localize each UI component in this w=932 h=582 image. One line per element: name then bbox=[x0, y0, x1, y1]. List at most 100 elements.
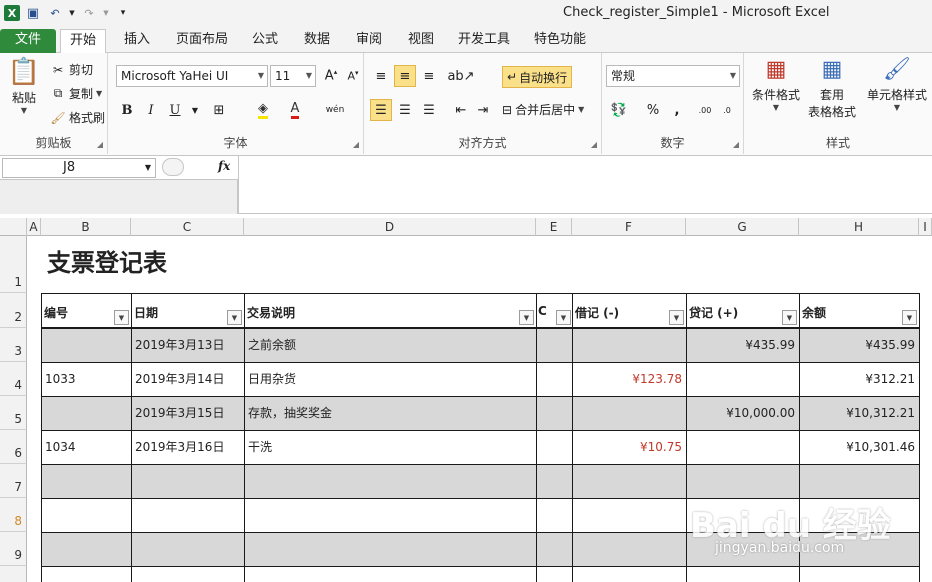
cell-debit[interactable]: ¥123.78 bbox=[573, 362, 685, 396]
font-size-select[interactable]: 11 ▼ bbox=[270, 65, 316, 87]
quick-access-customize-icon[interactable]: ▾ bbox=[114, 4, 132, 22]
header-description[interactable]: 交易说明 bbox=[247, 304, 295, 321]
cell-date[interactable]: 2019年3月15日 bbox=[132, 396, 243, 430]
cell-balance[interactable]: ¥435.99 bbox=[800, 328, 918, 362]
filter-dropdown-icon[interactable]: ▼ bbox=[782, 310, 797, 325]
tab-file[interactable]: 文件 bbox=[0, 29, 56, 53]
align-bottom-button[interactable]: ≡ bbox=[418, 65, 440, 87]
underline-dropdown[interactable]: ▼ bbox=[184, 99, 206, 121]
increase-decimal-button[interactable]: .00 bbox=[694, 99, 716, 121]
formula-input[interactable] bbox=[238, 156, 932, 214]
cell-number[interactable]: 1034 bbox=[42, 430, 130, 464]
shrink-font-button[interactable]: A▾ bbox=[342, 65, 364, 87]
cell-balance[interactable]: ¥10,312.21 bbox=[800, 396, 918, 430]
cell-date[interactable]: 2019年3月16日 bbox=[132, 430, 243, 464]
row-header-9[interactable]: 9 bbox=[0, 532, 27, 566]
percent-button[interactable]: % bbox=[642, 99, 664, 121]
tab-page-layout[interactable]: 页面布局 bbox=[170, 29, 234, 53]
number-format-select[interactable]: 常规 ▼ bbox=[606, 65, 740, 87]
cell-description[interactable]: 存款，抽奖奖金 bbox=[245, 396, 535, 430]
col-header-d[interactable]: D bbox=[244, 218, 536, 236]
tab-special[interactable]: 特色功能 bbox=[528, 29, 592, 53]
cell-date[interactable]: 2019年3月14日 bbox=[132, 362, 243, 396]
borders-button[interactable]: ⊞ bbox=[208, 99, 230, 121]
copy-button[interactable]: ⧉ 复制 ▼ bbox=[50, 85, 102, 102]
decrease-decimal-button[interactable]: .0 bbox=[716, 99, 738, 121]
col-header-a[interactable]: A bbox=[27, 218, 41, 236]
col-header-h[interactable]: H bbox=[799, 218, 919, 236]
tab-home[interactable]: 开始 bbox=[60, 29, 106, 54]
filter-dropdown-icon[interactable]: ▼ bbox=[519, 310, 534, 325]
select-all-corner[interactable] bbox=[0, 218, 27, 236]
header-balance[interactable]: 余额 bbox=[802, 304, 826, 321]
currency-button[interactable]: 💱 bbox=[608, 99, 630, 121]
row-header-4[interactable]: 4 bbox=[0, 362, 27, 396]
row-header-2[interactable]: 2 bbox=[0, 293, 27, 328]
formula-bar-divider-handle[interactable] bbox=[162, 158, 184, 176]
col-header-i[interactable]: I bbox=[919, 218, 932, 236]
row-header-5[interactable]: 5 bbox=[0, 396, 27, 430]
conditional-format-button[interactable]: ▦ 条件格式 ▼ bbox=[750, 57, 802, 112]
undo-icon[interactable]: ↶ bbox=[46, 4, 64, 22]
col-header-f[interactable]: F bbox=[572, 218, 686, 236]
format-as-table-button[interactable]: ▦ 套用 表格格式 bbox=[804, 57, 860, 120]
align-left-button[interactable]: ☰ bbox=[370, 99, 392, 121]
col-header-e[interactable]: E bbox=[536, 218, 572, 236]
cell-credit[interactable]: ¥435.99 bbox=[687, 328, 798, 362]
wrap-text-button[interactable]: ↵ 自动换行 bbox=[502, 66, 573, 88]
align-middle-button[interactable]: ≡ bbox=[394, 65, 416, 87]
cut-button[interactable]: ✂ 剪切 bbox=[50, 61, 93, 78]
phonetic-button[interactable]: wén bbox=[324, 99, 346, 121]
redo-icon[interactable]: ↷ bbox=[80, 4, 98, 22]
row-header-8[interactable]: 8 bbox=[0, 498, 27, 532]
italic-button[interactable]: I bbox=[140, 99, 162, 121]
redo-dropdown-icon[interactable]: ▼ bbox=[102, 4, 110, 22]
format-painter-button[interactable]: 🖌 格式刷 bbox=[50, 109, 105, 126]
bold-button[interactable]: B bbox=[116, 99, 138, 121]
tab-view[interactable]: 视图 bbox=[400, 29, 442, 53]
col-header-g[interactable]: G bbox=[686, 218, 799, 236]
tab-insert[interactable]: 插入 bbox=[116, 29, 158, 53]
cell-balance[interactable]: ¥10,301.46 bbox=[800, 430, 918, 464]
undo-dropdown-icon[interactable]: ▼ bbox=[68, 4, 76, 22]
tab-formulas[interactable]: 公式 bbox=[246, 29, 284, 53]
tab-review[interactable]: 审阅 bbox=[348, 29, 390, 53]
row-header-3[interactable]: 3 bbox=[0, 328, 27, 362]
insert-function-icon[interactable]: fx bbox=[218, 159, 230, 173]
filter-dropdown-icon[interactable]: ▼ bbox=[902, 310, 917, 325]
header-date[interactable]: 日期 bbox=[134, 304, 158, 321]
cell-description[interactable]: 干洗 bbox=[245, 430, 535, 464]
col-header-c[interactable]: C bbox=[131, 218, 244, 236]
header-cleared[interactable]: C bbox=[538, 304, 547, 318]
merge-center-button[interactable]: ⊟ 合并后居中 ▼ bbox=[502, 101, 584, 118]
cell-description[interactable]: 之前余额 bbox=[245, 328, 535, 362]
header-debit[interactable]: 借记 (-) bbox=[575, 304, 619, 321]
font-family-select[interactable]: Microsoft YaHei UI ▼ bbox=[116, 65, 268, 87]
underline-button[interactable]: U bbox=[164, 99, 186, 121]
cell-balance[interactable]: ¥312.21 bbox=[800, 362, 918, 396]
orientation-button[interactable]: ab↗ bbox=[447, 65, 474, 87]
filter-dropdown-icon[interactable]: ▼ bbox=[227, 310, 242, 325]
row-header-7[interactable]: 7 bbox=[0, 464, 27, 498]
cell-debit[interactable]: ¥10.75 bbox=[573, 430, 685, 464]
filter-dropdown-icon[interactable]: ▼ bbox=[114, 310, 129, 325]
comma-button[interactable]: , bbox=[666, 99, 688, 121]
cell-number[interactable]: 1033 bbox=[42, 362, 130, 396]
clipboard-launcher-icon[interactable]: ◢ bbox=[97, 140, 103, 149]
row-header-10[interactable] bbox=[0, 566, 27, 582]
grow-font-button[interactable]: A▴ bbox=[320, 65, 342, 87]
row-header-6[interactable]: 6 bbox=[0, 430, 27, 464]
align-center-button[interactable]: ☰ bbox=[394, 99, 416, 121]
name-box[interactable]: J8 ▼ bbox=[2, 158, 156, 178]
font-launcher-icon[interactable]: ◢ bbox=[353, 140, 359, 149]
filter-dropdown-icon[interactable]: ▼ bbox=[669, 310, 684, 325]
number-launcher-icon[interactable]: ◢ bbox=[733, 140, 739, 149]
cell-description[interactable]: 日用杂货 bbox=[245, 362, 535, 396]
alignment-launcher-icon[interactable]: ◢ bbox=[591, 140, 597, 149]
cell-date[interactable]: 2019年3月13日 bbox=[132, 328, 243, 362]
header-number[interactable]: 编号 bbox=[44, 304, 68, 321]
tab-data[interactable]: 数据 bbox=[296, 29, 338, 53]
save-icon[interactable]: ▣ bbox=[24, 4, 42, 22]
align-top-button[interactable]: ≡ bbox=[370, 65, 392, 87]
col-header-b[interactable]: B bbox=[41, 218, 131, 236]
